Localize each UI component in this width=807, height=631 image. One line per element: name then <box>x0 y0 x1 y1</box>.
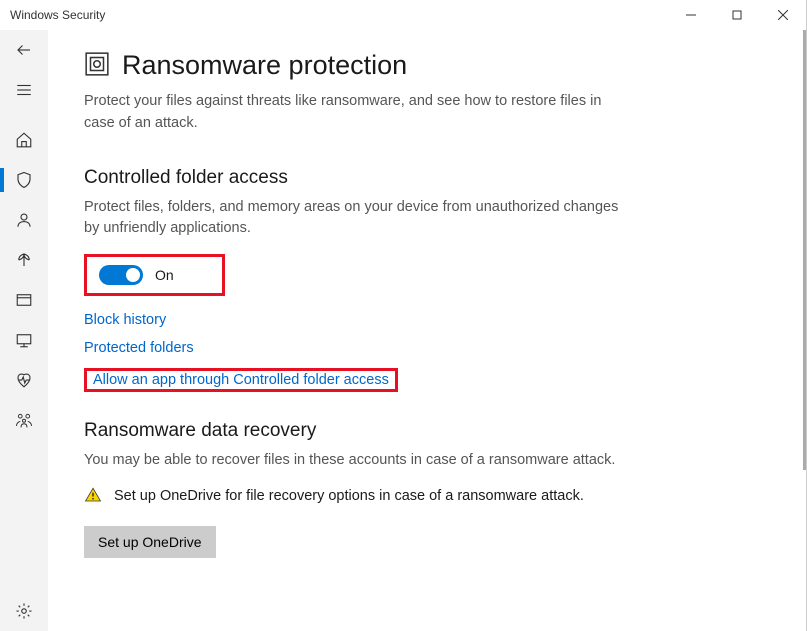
page-title: Ransomware protection <box>122 50 407 81</box>
link-block-history[interactable]: Block history <box>84 312 776 328</box>
link-protected-folders[interactable]: Protected folders <box>84 340 776 356</box>
nav-firewall[interactable] <box>0 240 48 280</box>
window-controls <box>668 0 806 30</box>
nav-rail <box>0 30 48 631</box>
annotation-highlight-allow-link: Allow an app through Controlled folder a… <box>84 368 398 392</box>
nav-app-browser[interactable] <box>0 280 48 320</box>
back-button[interactable] <box>0 30 48 70</box>
nav-virus-threat[interactable] <box>0 160 48 200</box>
main-content: Ransomware protection Protect your files… <box>48 30 806 631</box>
cfa-toggle-label: On <box>155 267 174 283</box>
nav-device-security[interactable] <box>0 320 48 360</box>
nav-home[interactable] <box>0 120 48 160</box>
nav-settings[interactable] <box>0 591 48 631</box>
ransomware-icon <box>84 51 110 80</box>
recovery-title: Ransomware data recovery <box>84 420 776 442</box>
warning-icon <box>84 486 102 508</box>
nav-family[interactable] <box>0 400 48 440</box>
nav-performance[interactable] <box>0 360 48 400</box>
close-button[interactable] <box>760 0 806 30</box>
menu-button[interactable] <box>0 70 48 110</box>
minimize-button[interactable] <box>668 0 714 30</box>
window-title: Windows Security <box>10 8 105 22</box>
page-subtitle: Protect your files against threats like … <box>84 91 624 135</box>
recovery-desc: You may be able to recover files in thes… <box>84 450 624 472</box>
cfa-toggle[interactable] <box>99 265 143 285</box>
nav-account[interactable] <box>0 200 48 240</box>
scrollbar[interactable] <box>803 30 806 470</box>
setup-onedrive-button[interactable]: Set up OneDrive <box>84 526 216 558</box>
maximize-button[interactable] <box>714 0 760 30</box>
link-allow-app[interactable]: Allow an app through Controlled folder a… <box>93 372 389 388</box>
title-bar: Windows Security <box>0 0 806 30</box>
recovery-warning: Set up OneDrive for file recovery option… <box>114 486 584 508</box>
cfa-desc: Protect files, folders, and memory areas… <box>84 197 624 241</box>
annotation-highlight-toggle: On <box>84 254 225 296</box>
cfa-title: Controlled folder access <box>84 167 776 189</box>
